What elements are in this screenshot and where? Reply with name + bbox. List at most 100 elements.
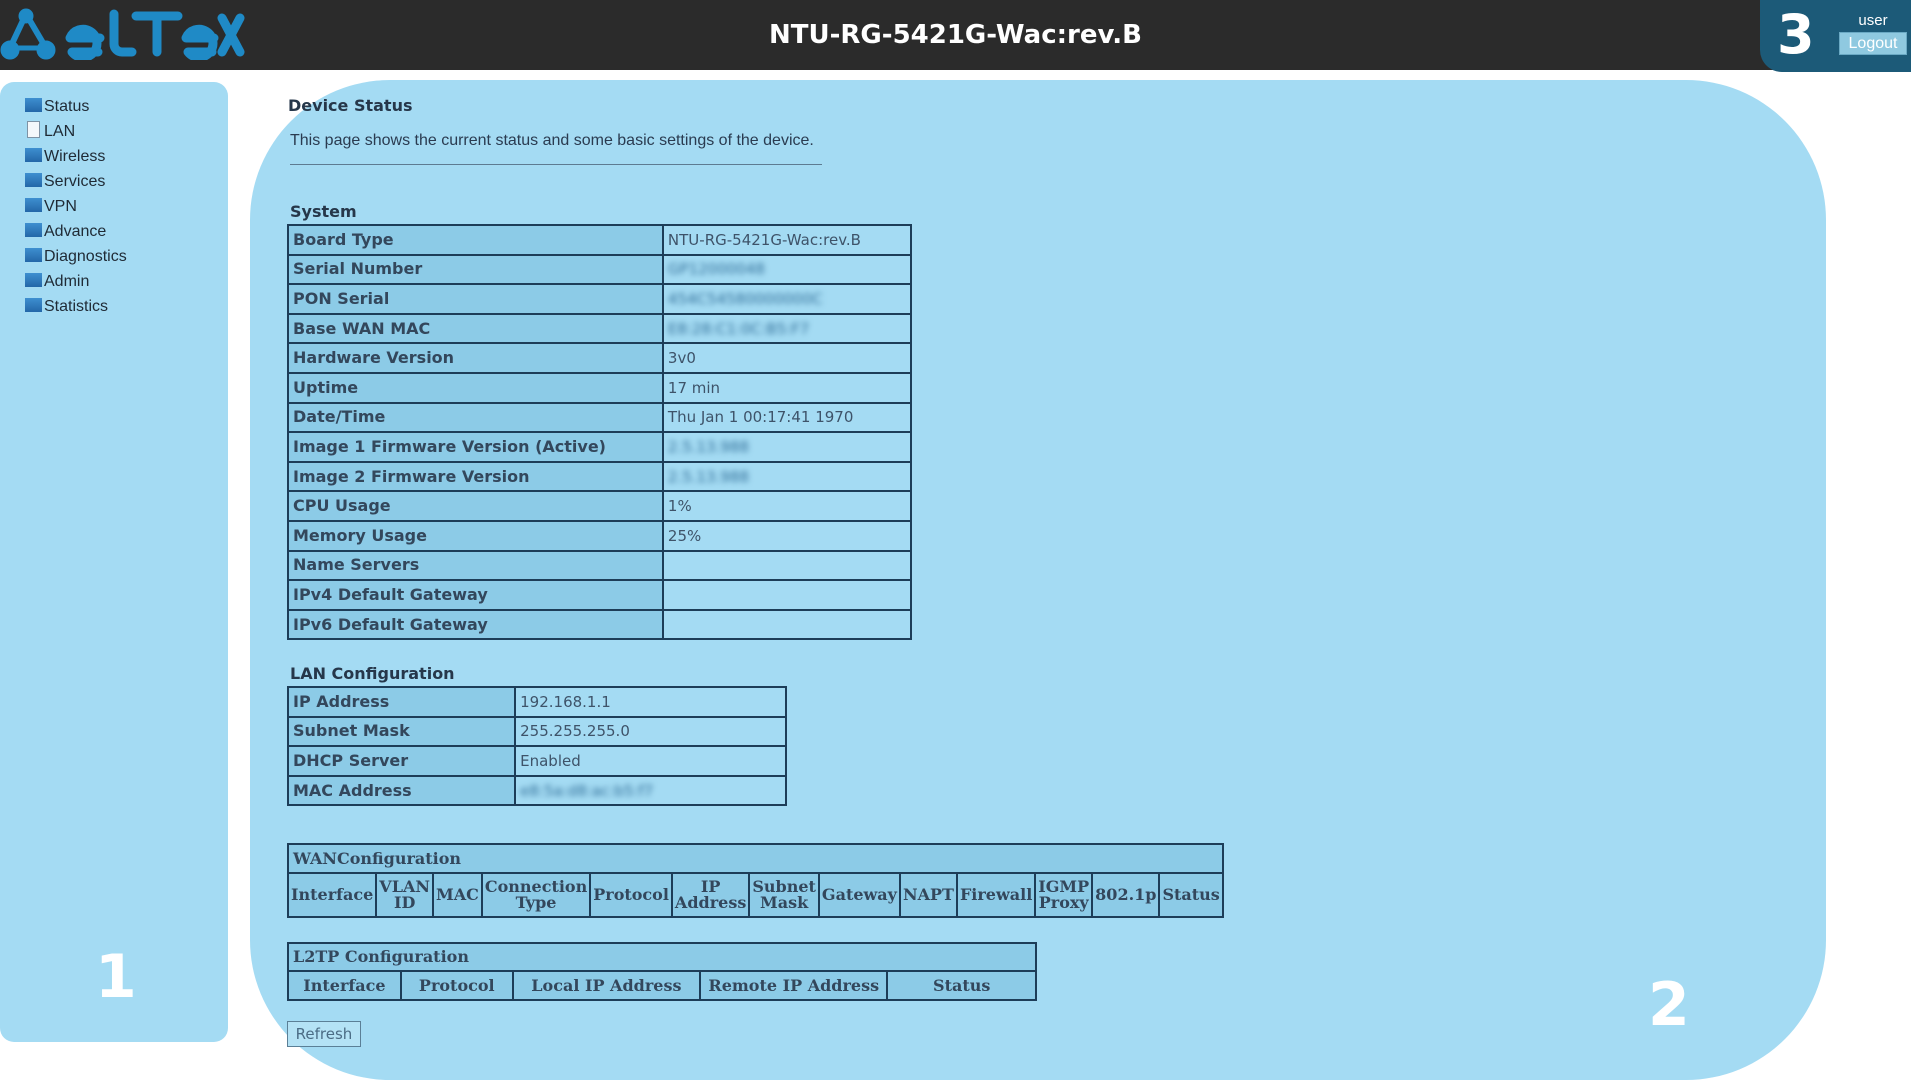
- user-name: user: [1858, 12, 1888, 29]
- page-title: Device Status: [288, 96, 413, 115]
- folder-icon: [25, 98, 42, 112]
- sidebar-item-label: Wireless: [44, 148, 106, 165]
- uptime-label: Uptime: [287, 371, 664, 404]
- document-icon: [27, 121, 40, 138]
- sidebar-menu: Status LAN Wireless Services VPN Advance…: [25, 94, 127, 319]
- wan-col-interface: Interface: [286, 872, 378, 918]
- name-servers-label: Name Servers: [287, 549, 664, 582]
- user-panel-marker: 3: [1777, 3, 1815, 66]
- wan-col-igmp-proxy: IGMP Proxy: [1034, 872, 1094, 918]
- description-divider: [290, 164, 822, 165]
- sidebar-item-status[interactable]: Status: [25, 94, 127, 119]
- table-row: Base WAN MAC E8:28:C1:0C:B5:F7: [287, 312, 913, 345]
- base-wan-mac-value-text: E8:28:C1:0C:B5:F7: [667, 319, 810, 338]
- ip-address-value-text: 192.168.1.1: [520, 692, 611, 711]
- wan-col-napt: NAPT: [898, 872, 958, 918]
- pon-serial-label: PON Serial: [287, 283, 664, 315]
- wan-col-802-1p: 802.1p: [1091, 872, 1161, 918]
- serial-number-label: Serial Number: [287, 253, 664, 286]
- sidebar-item-statistics[interactable]: Statistics: [25, 294, 127, 319]
- mac-address-label: MAC Address: [286, 774, 517, 807]
- dhcp-server-value-text: Enabled: [520, 751, 581, 770]
- l2tp-col-status: Status: [886, 970, 1037, 1001]
- sidebar-item-label: Status: [44, 98, 90, 115]
- l2tp-col-local-ip-address: Local IP Address: [511, 970, 702, 1001]
- l2tp-col-protocol: Protocol: [399, 970, 514, 1001]
- date-time-value: Thu Jan 1 00:17:41 1970: [661, 401, 913, 434]
- sidebar-marker: 1: [95, 942, 137, 1012]
- board-type-value: NTU-RG-5421G-Wac:rev.B: [661, 224, 913, 256]
- table-row: IPv6 Default Gateway: [287, 608, 913, 641]
- system-section-title: System: [290, 202, 357, 221]
- image-2-firmware-version-value: 2.5.13.988: [661, 460, 913, 493]
- table-row: Date/Time Thu Jan 1 00:17:41 1970: [287, 401, 913, 434]
- table-row: Hardware Version 3v0: [287, 342, 913, 374]
- pon-serial-value-text: 454C54580000000C: [667, 289, 823, 308]
- ipv6-default-gateway-value: [661, 608, 913, 641]
- ipv4-default-gateway-value: [661, 579, 913, 611]
- folder-icon: [25, 248, 42, 262]
- image-1-firmware-version-active-value: 2.5.13.988: [661, 431, 913, 463]
- sidebar-item-admin[interactable]: Admin: [25, 269, 127, 294]
- mac-address-value-text: e8:5a:d8:ac:b5:f7: [520, 781, 654, 800]
- sidebar-item-services[interactable]: Services: [25, 169, 127, 194]
- image-2-firmware-version-label: Image 2 Firmware Version: [287, 460, 664, 493]
- refresh-button[interactable]: Refresh: [287, 1021, 361, 1047]
- l2tp-table: L2TP Configuration Interface Protocol Loca…: [287, 942, 1037, 1001]
- sidebar-item-label: LAN: [44, 123, 76, 140]
- uptime-value-text: 17 min: [667, 378, 721, 397]
- table-row: Image 2 Firmware Version 2.5.13.988: [287, 460, 913, 493]
- table-row: IPv4 Default Gateway: [287, 579, 913, 611]
- sidebar-item-vpn[interactable]: VPN: [25, 194, 127, 219]
- folder-icon: [25, 148, 42, 162]
- memory-usage-value-text: 25%: [667, 526, 702, 545]
- sidebar-item-advance[interactable]: Advance: [25, 219, 127, 244]
- sidebar-item-lan[interactable]: LAN: [25, 119, 127, 144]
- sidebar-item-diagnostics[interactable]: Diagnostics: [25, 244, 127, 269]
- hardware-version-label: Hardware Version: [287, 342, 664, 374]
- sidebar-item-wireless[interactable]: Wireless: [25, 144, 127, 169]
- cpu-usage-label: CPU Usage: [287, 490, 664, 522]
- ipv6-default-gateway-label: IPv6 Default Gateway: [287, 608, 664, 641]
- sidebar-item-label: Diagnostics: [44, 248, 127, 265]
- pon-serial-value: 454C54580000000C: [661, 283, 913, 315]
- lan-table: IP Address 192.168.1.1 Subnet Mask 255.255.…: [286, 686, 787, 807]
- wan-col-status: Status: [1158, 872, 1224, 918]
- system-table: Board Type NTU-RG-5421G-Wac:rev.B Serial N…: [287, 224, 913, 641]
- wan-col-protocol: Protocol: [589, 872, 673, 918]
- table-row: Serial Number GP12000048: [287, 253, 913, 286]
- sidebar-item-label: Services: [44, 173, 106, 190]
- ip-address-value: 192.168.1.1: [514, 686, 787, 718]
- sidebar-item-label: Statistics: [44, 298, 109, 315]
- wan-col-gateway: Gateway: [817, 872, 901, 918]
- sidebar-nav: Status LAN Wireless Services VPN Advance…: [0, 82, 228, 1042]
- table-row: Board Type NTU-RG-5421G-Wac:rev.B: [287, 224, 913, 256]
- subnet-mask-label: Subnet Mask: [286, 715, 517, 748]
- date-time-value-text: Thu Jan 1 00:17:41 1970: [667, 408, 854, 427]
- sidebar-item-label: VPN: [44, 198, 77, 215]
- serial-number-value-text: GP12000048: [667, 260, 765, 279]
- wan-col-vlan-id: VLAN ID: [375, 872, 434, 918]
- cpu-usage-value: 1%: [661, 490, 913, 522]
- logout-button[interactable]: Logout: [1839, 32, 1907, 55]
- main-panel-marker: 2: [1648, 970, 1690, 1040]
- image-1-firmware-version-active-value-text: 2.5.13.988: [667, 437, 750, 456]
- l2tp-col-remote-ip-address: Remote IP Address: [699, 970, 889, 1001]
- subnet-mask-value: 255.255.255.0: [514, 715, 787, 748]
- l2tp-col-interface: Interface: [287, 970, 402, 1001]
- hardware-version-value-text: 3v0: [667, 349, 696, 368]
- table-row: Subnet Mask 255.255.255.0: [286, 715, 787, 748]
- folder-icon: [25, 273, 42, 287]
- image-2-firmware-version-value-text: 2.5.13.988: [667, 467, 750, 486]
- image-1-firmware-version-active-label: Image 1 Firmware Version (Active): [287, 431, 664, 463]
- date-time-label: Date/Time: [287, 401, 664, 434]
- device-title: NTU-RG-5421G-Wac:rev.B: [769, 20, 1142, 50]
- subnet-mask-value-text: 255.255.255.0: [520, 722, 630, 741]
- sidebar-item-label: Admin: [44, 273, 90, 290]
- wan-table-title: WANConfiguration: [287, 843, 1224, 874]
- table-row: MAC Address e8:5a:d8:ac:b5:f7: [286, 774, 787, 807]
- wan-col-subnet-mask: Subnet Mask: [748, 872, 820, 918]
- table-row: Image 1 Firmware Version (Active) 2.5.13.…: [287, 431, 913, 463]
- table-row: Name Servers: [287, 549, 913, 582]
- table-row: DHCP Server Enabled: [286, 745, 787, 777]
